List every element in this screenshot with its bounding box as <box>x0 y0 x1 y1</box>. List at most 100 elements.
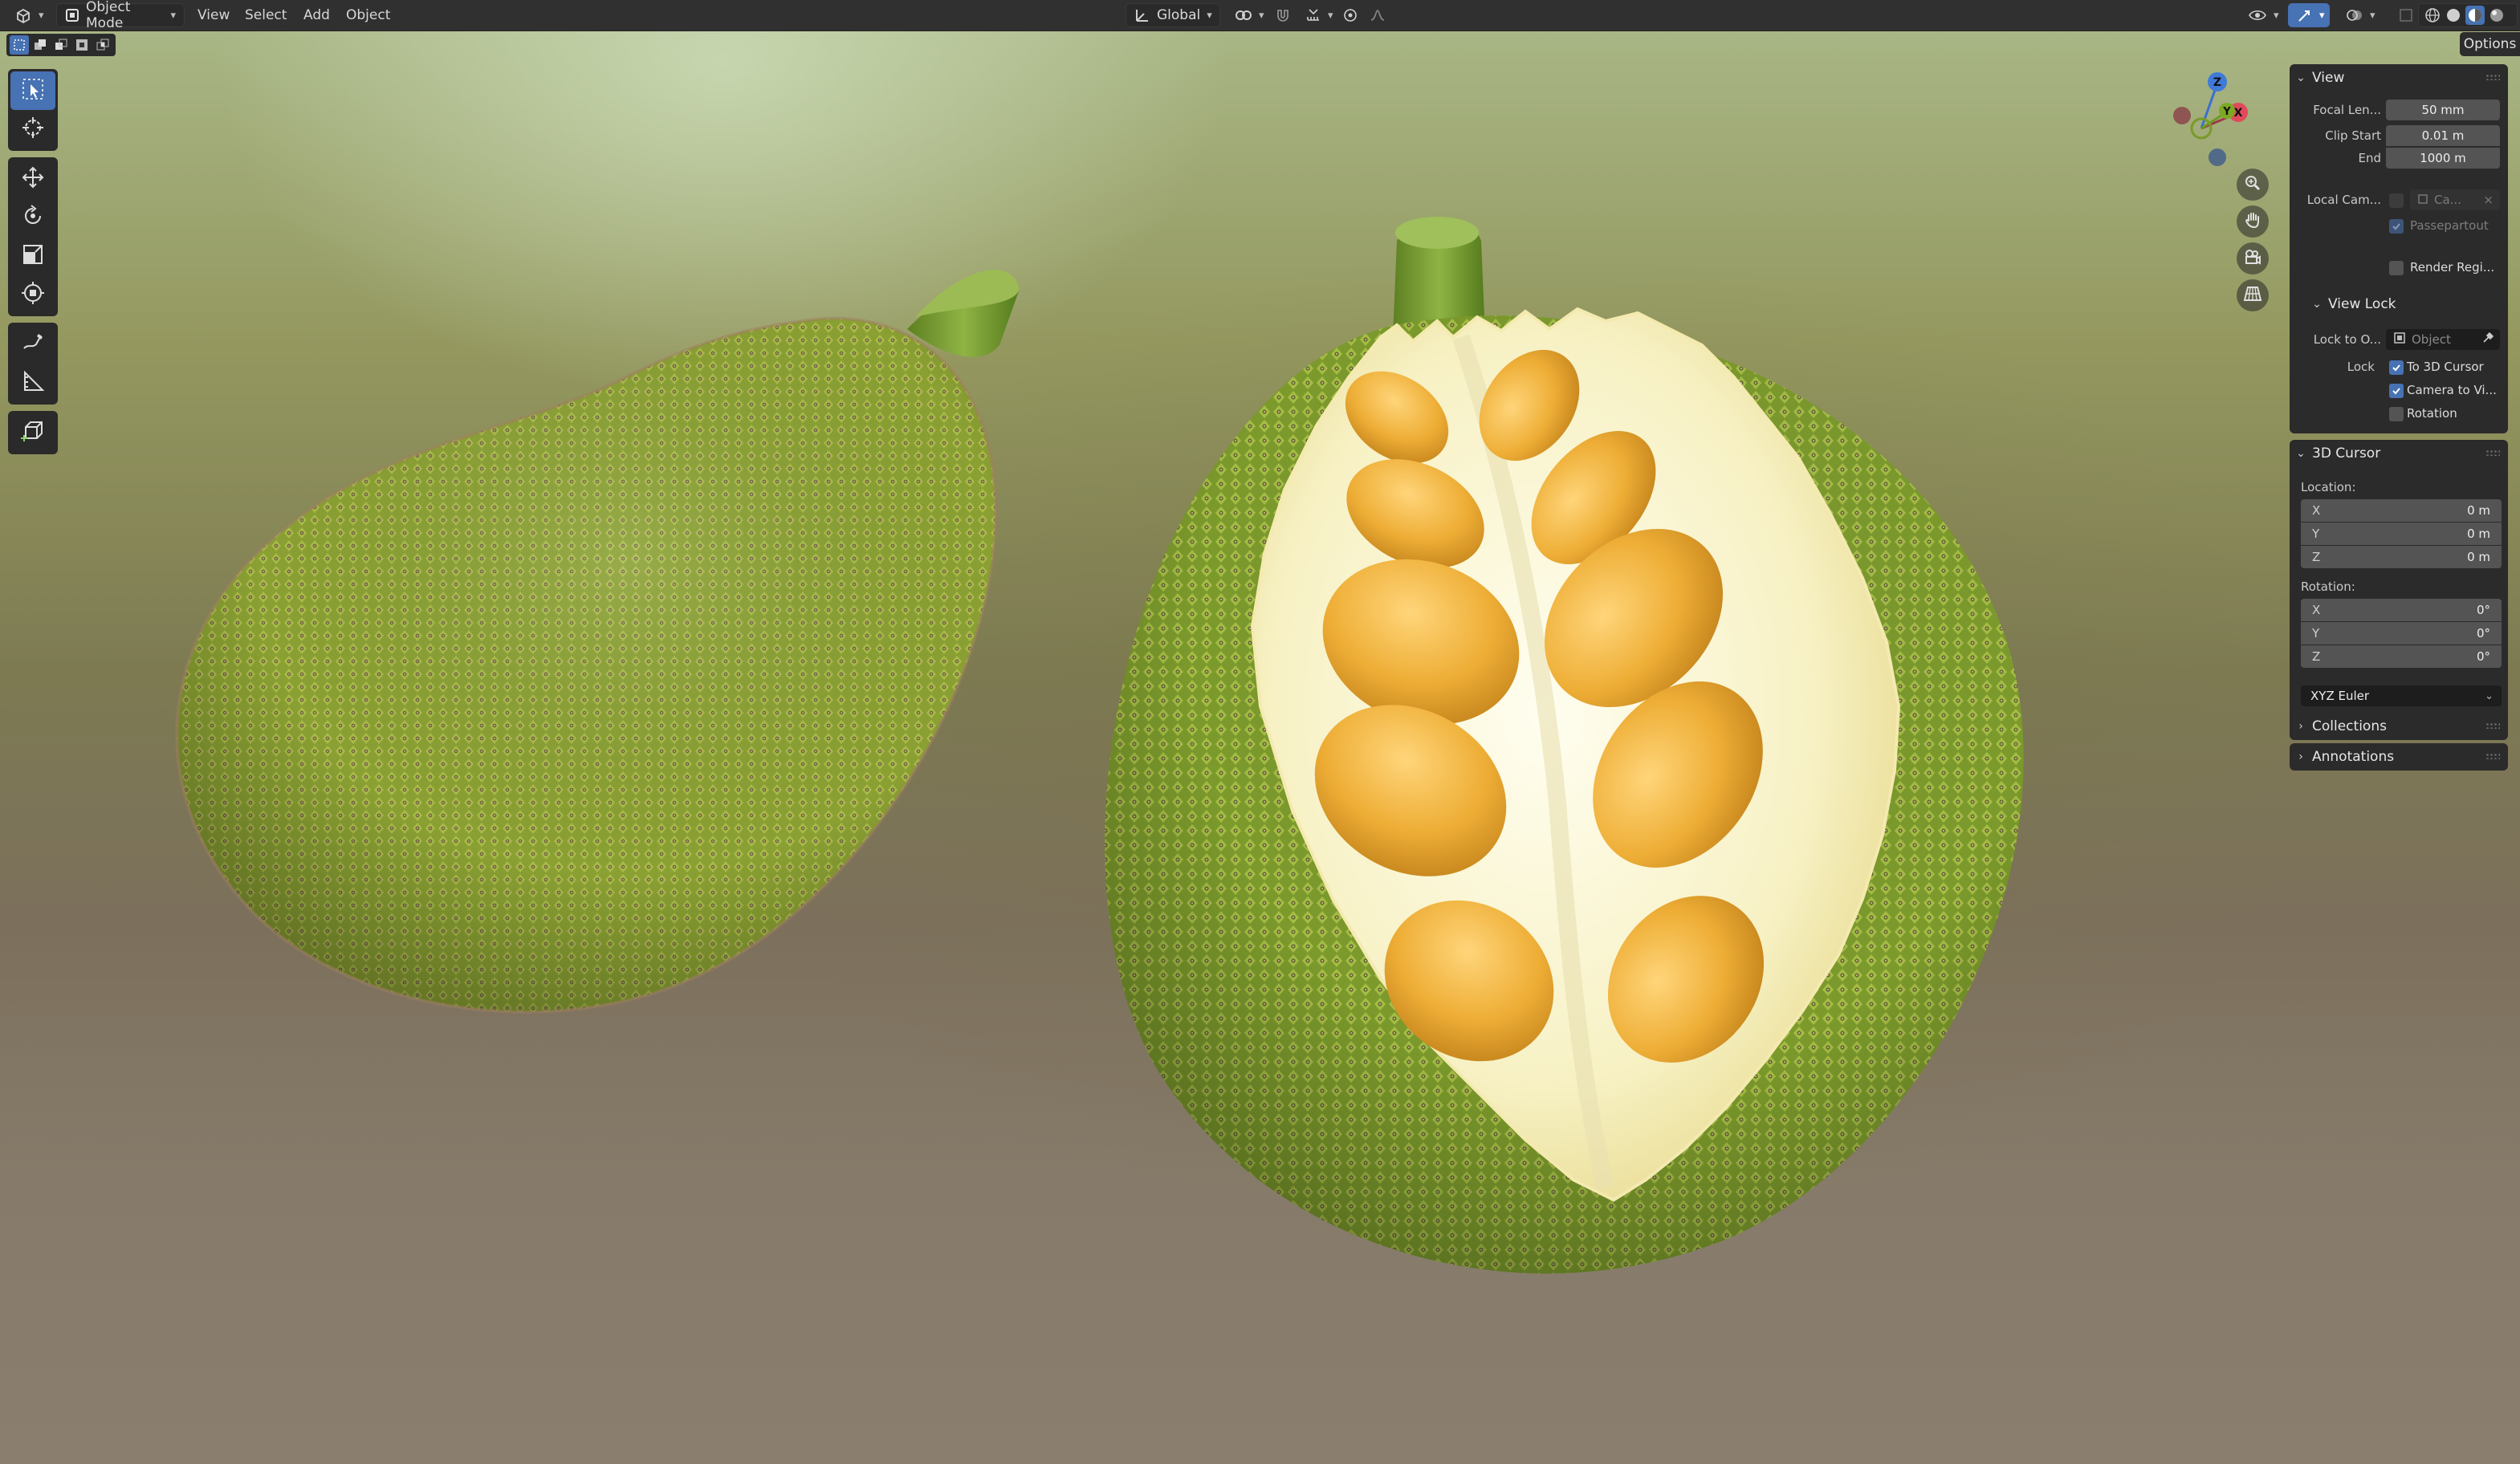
pivot-point-dropdown[interactable]: ▾ <box>1227 3 1272 27</box>
select-box-tool[interactable] <box>10 71 55 110</box>
annotate-icon <box>21 331 45 358</box>
grid-icon <box>2243 284 2262 307</box>
mode-label: Object Mode <box>86 0 131 31</box>
rotation-mode-dropdown[interactable]: XYZ Euler ⌄ <box>2301 685 2502 706</box>
axis-label: Y <box>2312 527 2320 541</box>
local-camera-checkbox[interactable] <box>2389 193 2404 208</box>
menu-add[interactable]: Add <box>303 3 330 27</box>
select-extend-icon[interactable] <box>31 35 50 55</box>
clip-end-field[interactable]: 1000 m <box>2386 148 2500 169</box>
drag-grip-icon[interactable] <box>2485 753 2500 759</box>
chevron-down-icon: ▾ <box>2370 9 2375 22</box>
visibility-dropdown[interactable]: ▾ <box>2240 3 2287 27</box>
location-z-field[interactable]: Z 0 m <box>2301 546 2502 568</box>
render-region-checkbox[interactable] <box>2389 261 2404 275</box>
location-label: Location: <box>2301 480 2356 494</box>
lock-rotation-checkbox[interactable] <box>2389 407 2404 421</box>
xray-toggle[interactable] <box>2391 3 2421 27</box>
add-cube-tool[interactable] <box>10 413 55 452</box>
overlays-dropdown[interactable]: ▾ <box>2338 3 2384 27</box>
3d-cursor-panel: ⌄ 3D Cursor Location: X 0 m Y 0 m Z 0 m … <box>2290 440 2508 724</box>
options-dropdown[interactable]: Options <box>2460 32 2520 56</box>
camera-to-view-checkbox[interactable] <box>2389 384 2404 398</box>
chevron-down-icon: ⌄ <box>2312 298 2322 311</box>
view-lock-subpanel-header[interactable]: ⌄ View Lock <box>2306 291 2508 318</box>
lock-to-object-field[interactable]: Object <box>2386 329 2500 350</box>
axis-label: X <box>2312 503 2321 518</box>
view-panel-header[interactable]: ⌄ View <box>2290 64 2508 92</box>
mode-dropdown[interactable]: Object Mode ▾ <box>56 0 185 31</box>
rendered-shading-icon[interactable] <box>2488 6 2506 24</box>
transform-tool[interactable] <box>10 275 55 314</box>
focal-length-field[interactable]: 50 mm <box>2386 100 2500 120</box>
rotation-y-field[interactable]: Y 0° <box>2301 622 2502 645</box>
falloff-curve-icon <box>1370 7 1386 23</box>
location-x-field[interactable]: X 0 m <box>2301 499 2502 522</box>
overlay-circles-icon <box>2346 7 2363 23</box>
select-intersect-icon[interactable] <box>93 35 112 55</box>
tool-shelf <box>8 69 58 461</box>
drag-grip-icon[interactable] <box>2485 722 2500 729</box>
editor-type-3d-viewport-icon <box>14 6 32 24</box>
tool-group-select <box>8 69 58 151</box>
menu-view[interactable]: View <box>197 3 230 27</box>
perspective-toggle-button[interactable] <box>2237 279 2269 311</box>
proportional-falloff-dropdown[interactable] <box>1362 3 1394 27</box>
rotation-x-field[interactable]: X 0° <box>2301 599 2502 621</box>
lock-rotation-label: Rotation <box>2407 406 2457 421</box>
gizmo-neg-x[interactable] <box>2173 107 2191 124</box>
gizmo-arrows-icon <box>2297 7 2313 23</box>
clear-x-icon: × <box>2483 193 2494 207</box>
select-invert-icon[interactable] <box>72 35 92 55</box>
lock-3d-cursor-checkbox[interactable] <box>2389 360 2404 375</box>
location-y-field[interactable]: Y 0 m <box>2301 523 2502 545</box>
lock-to-object-label: Lock to O... <box>2313 332 2381 347</box>
gizmo-toggle[interactable]: ▾ <box>2288 3 2330 27</box>
solid-shading-icon[interactable] <box>2445 6 2462 24</box>
passepartout-checkbox[interactable] <box>2389 219 2404 234</box>
gizmo-z-label: Z <box>2213 76 2221 89</box>
annotations-panel-header[interactable]: › Annotations <box>2290 743 2508 771</box>
editor-type-button[interactable]: ▾ <box>6 3 52 27</box>
lock-3d-cursor-label: To 3D Cursor <box>2407 360 2484 374</box>
menu-object[interactable]: Object <box>346 3 390 27</box>
view-lock-title: View Lock <box>2328 296 2396 312</box>
focal-length-label: Focal Len... <box>2313 103 2381 117</box>
3d-viewport[interactable] <box>0 31 2520 1464</box>
move-tool[interactable] <box>10 160 55 198</box>
menu-select[interactable]: Select <box>245 3 287 27</box>
orientation-label: Global <box>1157 7 1201 23</box>
collections-panel-header[interactable]: › Collections <box>2290 713 2508 740</box>
chevron-down-icon: ▾ <box>1328 9 1333 22</box>
3d-cursor-panel-header[interactable]: ⌄ 3D Cursor <box>2290 440 2508 467</box>
select-subtract-icon[interactable] <box>51 35 71 55</box>
drag-grip-icon[interactable] <box>2485 449 2500 456</box>
wireframe-shading-icon[interactable] <box>2424 6 2441 24</box>
viewport-header: ▾ Object Mode ▾ View Select Add Object G… <box>0 0 2520 31</box>
cursor-tool[interactable] <box>10 110 55 148</box>
annotate-tool[interactable] <box>10 325 55 364</box>
drag-grip-icon[interactable] <box>2485 74 2500 80</box>
zoom-button[interactable] <box>2237 169 2269 201</box>
measure-tool[interactable] <box>10 364 55 402</box>
scale-tool[interactable] <box>10 237 55 275</box>
rotate-tool[interactable] <box>10 198 55 237</box>
clip-start-field[interactable]: 0.01 m <box>2386 125 2500 146</box>
select-new-icon[interactable] <box>10 35 29 55</box>
snap-toggle[interactable] <box>1267 3 1299 27</box>
transform-orientation-dropdown[interactable]: Global ▾ <box>1126 3 1220 27</box>
rotation-z-field[interactable]: Z 0° <box>2301 645 2502 668</box>
eyedropper-icon[interactable] <box>2482 331 2500 347</box>
local-camera-field[interactable]: Ca... × <box>2410 189 2500 210</box>
camera-to-view-label: Camera to Vi... <box>2407 383 2497 397</box>
material-preview-shading-icon[interactable] <box>2465 6 2485 25</box>
pan-button[interactable] <box>2237 205 2269 238</box>
chevron-right-icon: › <box>2298 750 2303 763</box>
gizmo-neg-z[interactable] <box>2209 148 2226 166</box>
passepartout-label: Passepartout <box>2410 218 2489 233</box>
blender-window: ▾ Object Mode ▾ View Select Add Object G… <box>0 0 2520 1464</box>
camera-view-button[interactable] <box>2237 242 2269 274</box>
chevron-down-icon: ⌄ <box>2296 71 2306 84</box>
navigation-gizmo[interactable]: Z X Y <box>2168 67 2272 172</box>
clip-start-label: Clip Start <box>2325 128 2381 143</box>
